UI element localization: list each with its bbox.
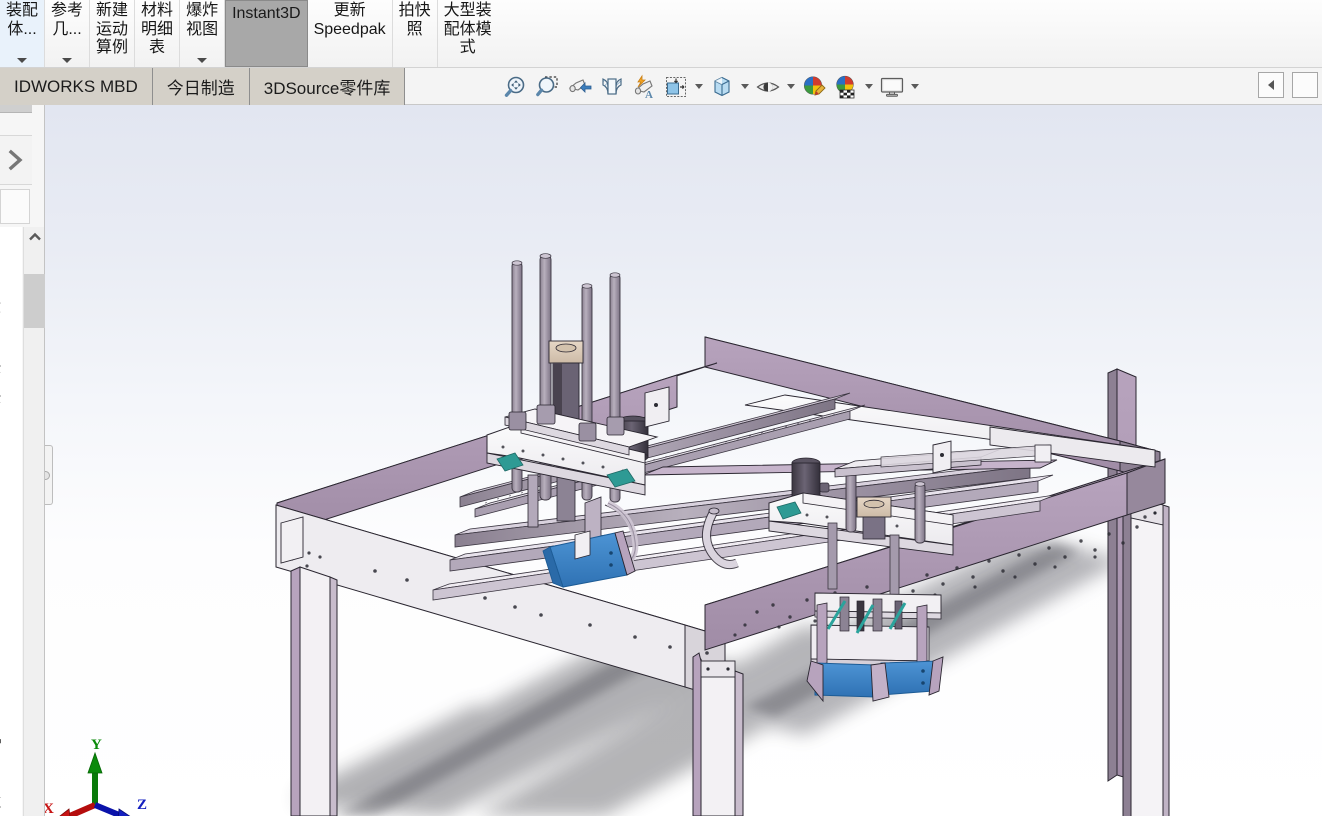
cad-model-gantry-assembly: Y X Z: [45, 105, 1322, 816]
hide-show-dropdown[interactable]: [738, 71, 752, 103]
ribbon-button-label: 装配 体...: [6, 2, 39, 38]
viewport-monitor-icon[interactable]: [876, 71, 908, 103]
ribbon-button-exploded-view[interactable]: 爆炸 视图: [180, 0, 226, 67]
ribbon-button-large-assembly-mode[interactable]: 大型装 配体模 式: [438, 0, 498, 67]
ribbon-button-label: 爆炸 视图: [186, 2, 219, 38]
triad-x-label: X: [45, 801, 54, 816]
tab-label: 3DSource零件库: [263, 79, 391, 98]
view-toolbar: A: [500, 68, 922, 105]
ribbon-button-label: 新建 运动 算例: [96, 2, 129, 57]
ribbon-button-label: 材料 明细 表: [141, 2, 174, 57]
leg-front-left: [290, 566, 338, 816]
ribbon-button-take-snapshot[interactable]: 拍快 照: [393, 0, 438, 67]
sidebar-header-strip: [0, 105, 32, 113]
view-settings-dropdown[interactable]: [784, 71, 798, 103]
tab-label: 今日制造: [166, 79, 235, 98]
ribbon-toolbar: 装配 体... 参考 几... 新建 运动 算例 材料 明细 表 爆炸 视图 I…: [0, 0, 1322, 68]
tree-fragment: 缸: [0, 792, 1, 811]
viewport-dropdown[interactable]: [908, 71, 922, 103]
tree-fragment: 志: [0, 297, 1, 316]
right-gripper-module: [806, 592, 944, 703]
chevron-down-icon[interactable]: [197, 58, 208, 63]
display-style-dropdown[interactable]: [692, 71, 706, 103]
ribbon-button-label: Instant3D: [232, 5, 301, 22]
chevron-down-icon[interactable]: [17, 58, 27, 63]
tab-label: IDWORKS MBD: [14, 76, 138, 96]
chevron-right-icon[interactable]: [0, 135, 32, 185]
chevron-down-icon[interactable]: [62, 58, 73, 63]
document-tabs: IDWORKS MBD 今日制造 3DSource零件库: [0, 68, 406, 105]
solidworks-window: 装配 体... 参考 几... 新建 运动 算例 材料 明细 表 爆炸 视图 I…: [0, 0, 1322, 816]
scrollbar-thumb[interactable]: [24, 274, 45, 328]
tree-fragment: 乄: [0, 762, 1, 781]
leg-front-center: [692, 652, 744, 816]
tree-fragment: 壮: [0, 357, 1, 376]
scene-dropdown[interactable]: [862, 71, 876, 103]
tree-fragment: 壮: [0, 387, 1, 406]
collapse-left-icon[interactable]: [1258, 72, 1284, 98]
ribbon-button-update-speedpak[interactable]: 更新 Speedpak: [308, 0, 393, 67]
display-style-cube-icon[interactable]: [660, 71, 692, 103]
sidebar-scrollbar[interactable]: [23, 227, 45, 816]
previous-view-icon[interactable]: [564, 71, 596, 103]
ribbon-button-label: 拍快 照: [398, 2, 431, 38]
zoom-to-fit-icon[interactable]: [500, 71, 532, 103]
tab-jinri-zhizao[interactable]: 今日制造: [152, 68, 250, 105]
blank-panel-icon[interactable]: [1292, 72, 1318, 98]
view-settings-eye-icon[interactable]: [752, 71, 784, 103]
tab-3dsource-parts[interactable]: 3DSource零件库: [249, 68, 406, 105]
panel-edge-dot: [45, 470, 50, 480]
tab-solidworks-mbd[interactable]: IDWORKS MBD: [0, 68, 153, 105]
ribbon-button-bill-of-materials[interactable]: 材料 明细 表: [135, 0, 181, 67]
zoom-to-area-icon[interactable]: [532, 71, 564, 103]
ribbon-button-reference-geometry[interactable]: 参考 几...: [45, 0, 91, 67]
left-corner-bracket: [280, 516, 304, 564]
tree-fragment: ﹁: [0, 727, 1, 746]
triad-z-label: Z: [137, 797, 147, 813]
tab-strip: IDWORKS MBD 今日制造 3DSource零件库 A: [0, 68, 1322, 105]
scene-sphere-icon[interactable]: [830, 71, 862, 103]
right-panel-buttons: [1258, 72, 1318, 102]
feature-tree-clipped[interactable]: ▸ ▸ 志 1 壮 壮 旨 ﹁ 乄 缸 一 ▽: [0, 227, 22, 816]
ribbon-button-new-motion-study[interactable]: 新建 运动 算例: [90, 0, 136, 67]
ribbon-button-instant3d[interactable]: Instant3D: [225, 0, 308, 67]
chevron-up-icon[interactable]: [24, 227, 45, 247]
appearance-sphere-icon[interactable]: [798, 71, 830, 103]
tree-fragment: 旨: [0, 417, 1, 436]
view-orientation-icon[interactable]: A: [628, 71, 660, 103]
ribbon-button-label: 大型装 配体模 式: [443, 2, 492, 57]
leg-front-right: [1122, 496, 1170, 816]
svg-text:A: A: [645, 89, 653, 100]
sidebar-panel-box: [0, 189, 30, 224]
panel-edge-handle[interactable]: [45, 445, 53, 505]
ribbon-button-assembly-features[interactable]: 装配 体...: [0, 0, 46, 67]
graphics-viewport[interactable]: Y X Z: [45, 105, 1322, 816]
triad-y-label: Y: [91, 737, 102, 753]
ribbon-button-label: 参考 几...: [51, 2, 84, 38]
section-view-icon[interactable]: [596, 71, 628, 103]
ribbon-button-label: 更新 Speedpak: [313, 2, 386, 38]
hide-show-cube-icon[interactable]: [706, 71, 738, 103]
left-sidebar: ▸ ▸ 志 1 壮 壮 旨 ﹁ 乄 缸 一 ▽: [0, 105, 45, 816]
